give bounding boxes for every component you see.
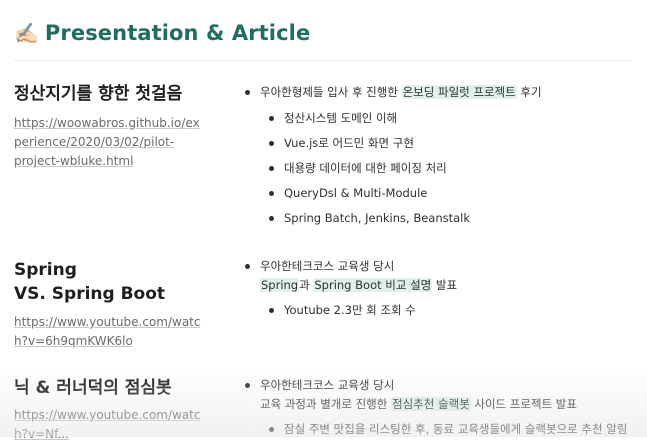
page-title: Presentation & Article bbox=[44, 21, 311, 45]
list-item-continuation: Spring과 Spring Boot 비교 설명 발표 bbox=[260, 278, 458, 292]
list-item: 대용량 데이터에 대한 페이징 처리 bbox=[244, 156, 644, 181]
list-item-continuation: 교육 과정과 별개로 진행한 점심추천 슬랙봇 사이드 프로젝트 발표 bbox=[260, 397, 577, 411]
section-1-heading: 정산지기를 향한 첫걸음 bbox=[14, 84, 183, 104]
writing-hand-icon: ✍🏻 bbox=[14, 21, 39, 45]
list-item: QueryDsl & Multi-Module bbox=[244, 181, 644, 206]
highlight: 점심추천 슬랙봇 bbox=[391, 397, 471, 411]
section-2-right: 우아한테크코스 교육생 당시 Spring과 Spring Boot 비교 설명… bbox=[244, 257, 644, 323]
link-line[interactable]: https://www.youtube.com/watc bbox=[14, 313, 224, 332]
list-item: Youtube 2.3만 회 조회 수 bbox=[244, 298, 644, 323]
list-item: 우아한테크코스 교육생 당시 bbox=[244, 257, 644, 276]
link-line[interactable]: h?v=6h9qmKWK6lo bbox=[14, 332, 224, 351]
list-item: Spring Batch, Jenkins, Beanstalk bbox=[244, 206, 644, 231]
list-item: 우아한테크코스 교육생 당시 bbox=[244, 376, 644, 395]
link-line[interactable]: h?v=Nf... bbox=[14, 425, 224, 444]
section-1-left: 정산지기를 향한 첫걸음 https://woowabros.github.io… bbox=[14, 82, 224, 171]
list-item: 정산시스템 도메인 이해 bbox=[244, 106, 644, 131]
list-item: 잠실 주변 맛집을 리스팅한 후, 동료 교육생들에게 슬랙봇으로 추천 알림 bbox=[244, 417, 644, 442]
section-2-left: Spring VS. Spring Boot https://www.youtu… bbox=[14, 258, 224, 351]
section-2-link[interactable]: https://www.youtube.com/watc h?v=6h9qmKW… bbox=[14, 313, 224, 351]
list-item: Vue.js로 어드민 화면 구현 bbox=[244, 131, 644, 156]
highlight: 온보딩 파일럿 프로젝트 bbox=[401, 85, 517, 99]
highlight: Spring Boot 비교 설명 bbox=[313, 278, 433, 292]
link-line[interactable]: https://www.youtube.com/watc bbox=[14, 406, 224, 425]
link-line[interactable]: project-wbluke.html bbox=[14, 152, 224, 171]
section-1-link[interactable]: https://woowabros.github.io/ex perience/… bbox=[14, 114, 224, 171]
link-line[interactable]: https://woowabros.github.io/ex bbox=[14, 114, 224, 133]
link-line[interactable]: perience/2020/03/02/pilot- bbox=[14, 133, 224, 152]
divider bbox=[14, 60, 631, 61]
section-3-heading: 닉 & 러너덕의 점심봇 bbox=[14, 378, 172, 398]
highlight: Spring bbox=[260, 278, 300, 292]
section-3-link[interactable]: https://www.youtube.com/watc h?v=Nf... bbox=[14, 406, 224, 444]
section-3-left: 닉 & 러너덕의 점심봇 https://www.youtube.com/wat… bbox=[14, 376, 224, 444]
section-2-heading: Spring VS. Spring Boot bbox=[14, 260, 166, 304]
list-item: 우아한형제들 입사 후 진행한 온보딩 파일럿 프로젝트 후기 bbox=[244, 83, 644, 102]
page-header: ✍🏻 Presentation & Article bbox=[14, 18, 310, 48]
section-3-right: 우아한테크코스 교육생 당시 교육 과정과 별개로 진행한 점심추천 슬랙봇 사… bbox=[244, 376, 644, 442]
section-1-right: 우아한형제들 입사 후 진행한 온보딩 파일럿 프로젝트 후기 정산시스템 도메… bbox=[244, 83, 644, 231]
